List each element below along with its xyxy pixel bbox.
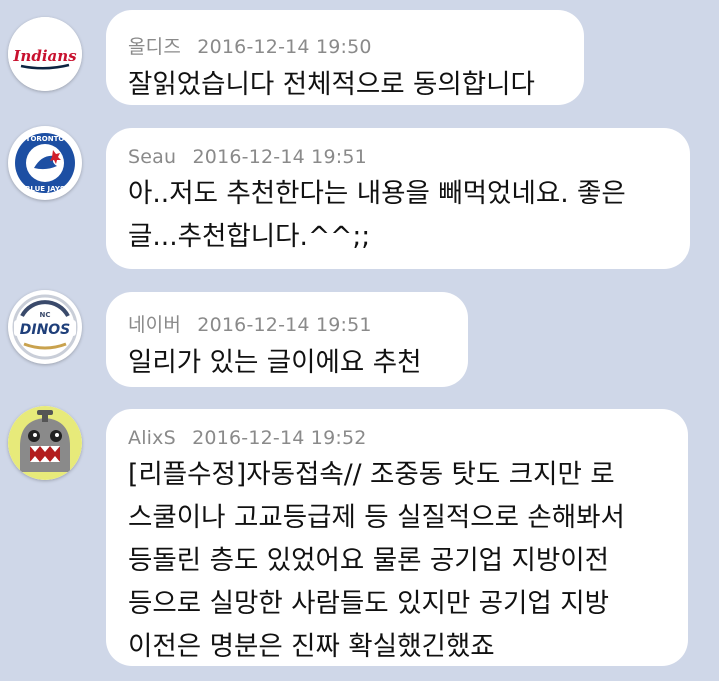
timestamp: 2016-12-14 19:51	[197, 314, 372, 336]
author-name[interactable]: 올디즈	[128, 36, 181, 58]
comment-text: 일리가 있는 글이에요 추천	[128, 347, 422, 378]
timestamp: 2016-12-14 19:50	[197, 36, 372, 58]
blue-jays-logo-icon: TORONTO BLUE JAYS	[9, 127, 81, 199]
avatar[interactable]	[8, 406, 82, 480]
svg-text:BLUE JAYS: BLUE JAYS	[25, 185, 65, 193]
message-bubble: 올디즈 2016-12-14 19:50 잘읽었습니다 전체적으로 동의합니다	[106, 10, 584, 105]
avatar[interactable]: TORONTO BLUE JAYS	[8, 126, 82, 200]
message-bubble: Seau 2016-12-14 19:51 아..저도 추천한다는 내용을 빼먹…	[106, 128, 690, 269]
avatar[interactable]: Indians	[8, 17, 82, 91]
comment-meta: 네이버 2016-12-14 19:51	[128, 310, 446, 337]
timestamp: 2016-12-14 19:52	[192, 427, 367, 449]
message-bubble: 네이버 2016-12-14 19:51 일리가 있는 글이에요 추천	[106, 292, 468, 387]
comment-text: 잘읽었습니다 전체적으로 동의합니다	[128, 69, 535, 100]
comment-text: 아..저도 추천한다는 내용을 빼먹었네요. 좋은 글...추천합니다.^^;;	[128, 178, 626, 252]
svg-text:Indians: Indians	[12, 47, 77, 65]
comment-meta: AlixS 2016-12-14 19:52	[128, 427, 666, 449]
comment-meta: Seau 2016-12-14 19:51	[128, 146, 668, 168]
svg-text:DINOS: DINOS	[20, 322, 71, 338]
author-name[interactable]: 네이버	[128, 314, 181, 336]
message-bubble: AlixS 2016-12-14 19:52 [리플수정]자동접속// 조중동 …	[106, 409, 688, 666]
comment-meta: 올디즈 2016-12-14 19:50	[128, 32, 562, 59]
svg-text:TORONTO: TORONTO	[26, 135, 65, 143]
monster-character-icon	[8, 406, 82, 480]
avatar[interactable]: NC DINOS	[8, 290, 82, 364]
timestamp: 2016-12-14 19:51	[192, 146, 367, 168]
indians-logo-icon: Indians	[8, 17, 82, 91]
comment-text: [리플수정]자동접속// 조중동 탓도 크지만 로 스쿨이나 고교등급제 등 실…	[128, 459, 625, 662]
author-name[interactable]: AlixS	[128, 427, 176, 449]
author-name[interactable]: Seau	[128, 146, 176, 168]
nc-dinos-logo-icon: NC DINOS	[9, 291, 81, 363]
svg-text:NC: NC	[40, 311, 51, 319]
